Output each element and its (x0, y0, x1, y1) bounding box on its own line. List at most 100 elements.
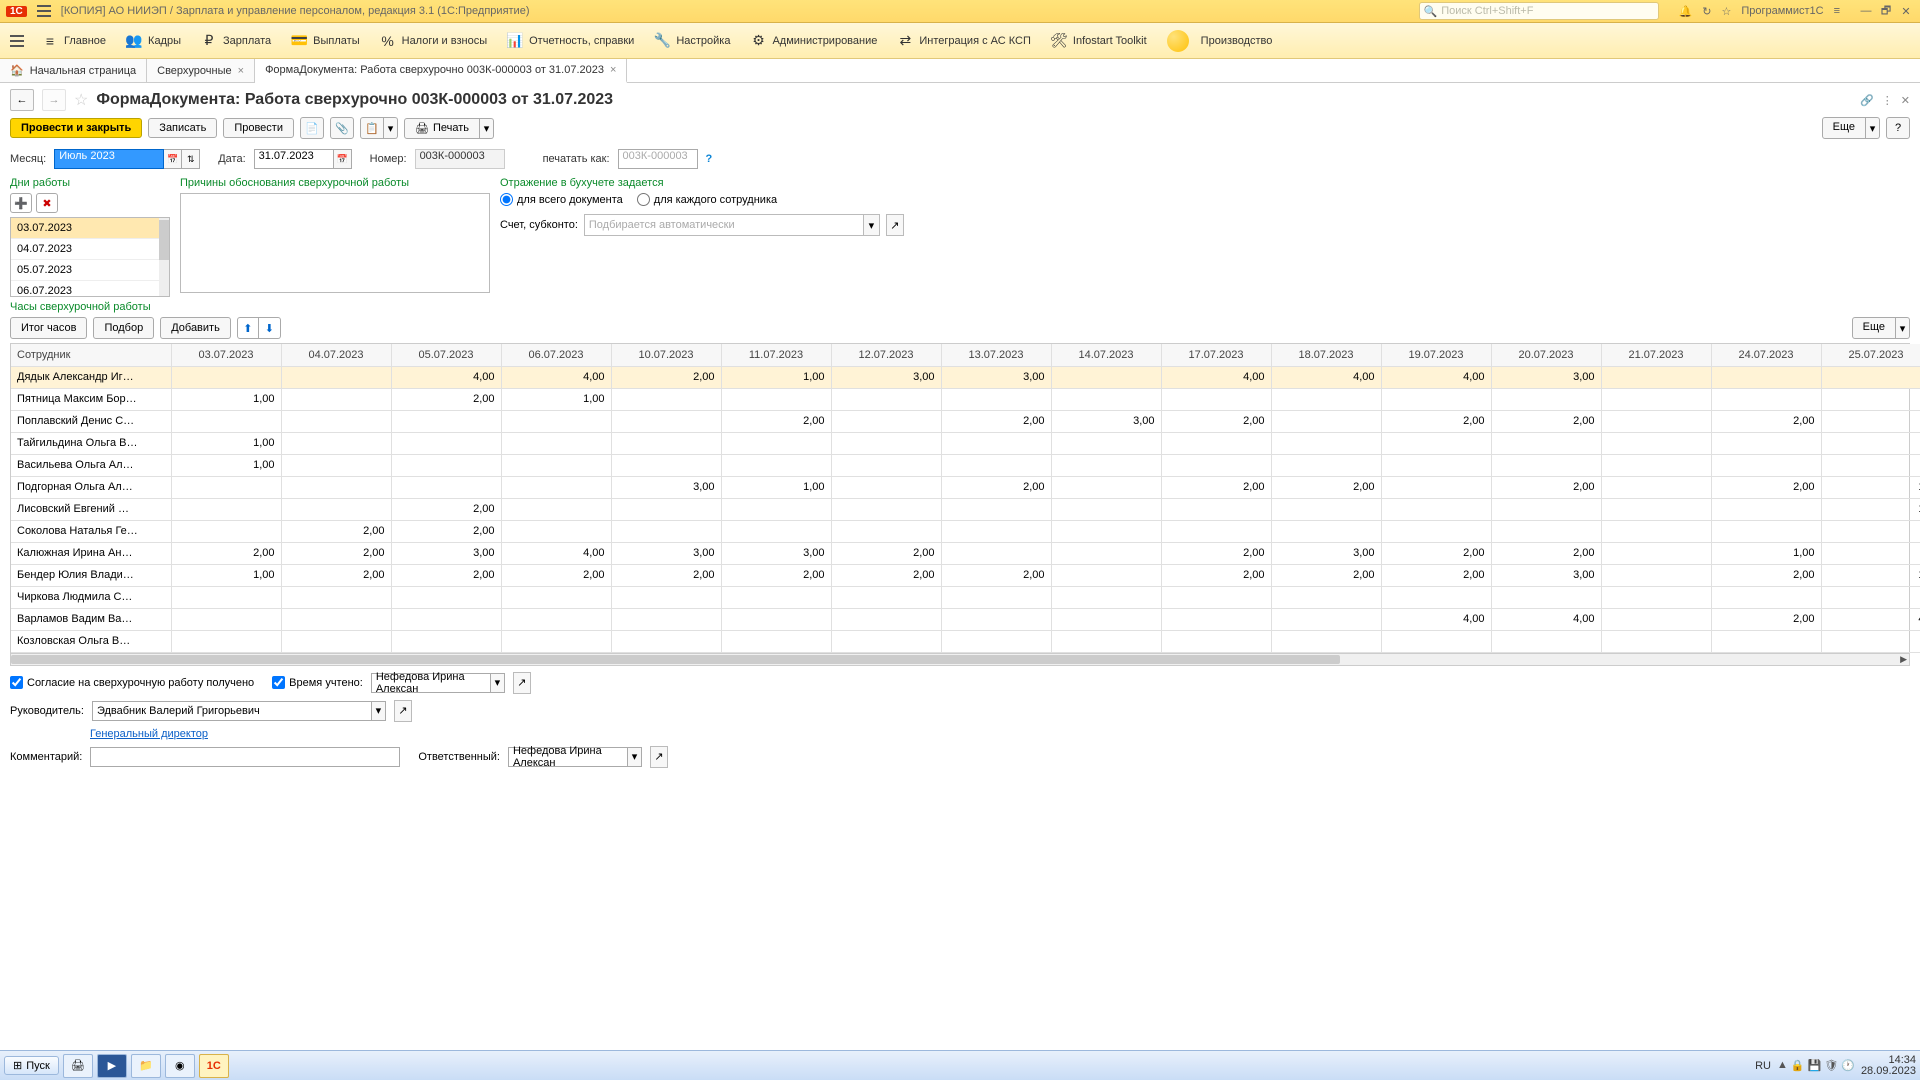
hours-more-button[interactable]: Еще▾ (1852, 317, 1910, 339)
hours-cell[interactable]: 2,00 (1381, 410, 1491, 432)
hours-cell[interactable]: 4,00 (1161, 366, 1271, 388)
hours-cell[interactable] (941, 608, 1051, 630)
help-icon[interactable]: ? (706, 153, 713, 165)
hours-cell[interactable] (1161, 454, 1271, 476)
hamburger-icon[interactable] (37, 5, 51, 17)
employee-cell[interactable]: Поплавский Денис С… (11, 410, 171, 432)
table-row[interactable]: Пятница Максим Бор…1,002,001,00 (11, 388, 1920, 410)
hours-cell[interactable]: 1,00 (1711, 542, 1821, 564)
employee-cell[interactable]: Чиркова Людмила С… (11, 586, 171, 608)
hours-cell[interactable] (1161, 520, 1271, 542)
move-up-button[interactable]: ⬆ (237, 317, 259, 339)
hours-cell[interactable]: 4,00 (501, 542, 611, 564)
hours-cell[interactable] (1051, 366, 1161, 388)
hours-cell[interactable]: 2,00 (281, 542, 391, 564)
hours-cell[interactable] (941, 542, 1051, 564)
hours-cell[interactable] (171, 608, 281, 630)
hours-cell[interactable]: 4,00 (1381, 608, 1491, 630)
hours-cell[interactable]: 4,00 (1381, 366, 1491, 388)
hours-cell[interactable] (171, 630, 281, 652)
total-hours-button[interactable]: Итог часов (10, 317, 87, 339)
hours-cell[interactable] (391, 630, 501, 652)
col-date[interactable]: 25.07.2023 (1821, 344, 1920, 366)
hours-cell[interactable]: 2,00 (1711, 564, 1821, 586)
hours-cell[interactable] (281, 410, 391, 432)
employee-cell[interactable]: Соколова Наталья Ге… (11, 520, 171, 542)
col-date[interactable]: 10.07.2023 (611, 344, 721, 366)
hours-cell[interactable] (1711, 520, 1821, 542)
hours-cell[interactable] (501, 608, 611, 630)
table-row[interactable]: Бендер Юлия Влади…1,002,002,002,002,002,… (11, 564, 1920, 586)
hours-cell[interactable]: 2,00 (1491, 410, 1601, 432)
hours-cell[interactable] (1821, 432, 1920, 454)
hours-cell[interactable]: 2,00 (281, 520, 391, 542)
employee-cell[interactable]: Калюжная Ирина Ан… (11, 542, 171, 564)
write-button[interactable]: Записать (148, 118, 217, 138)
hours-cell[interactable] (281, 630, 391, 652)
hours-cell[interactable]: 3,00 (391, 542, 501, 564)
hours-cell[interactable] (1381, 454, 1491, 476)
hours-cell[interactable] (721, 608, 831, 630)
hours-cell[interactable] (941, 586, 1051, 608)
bell-icon[interactable]: 🔔 (1679, 5, 1693, 18)
employee-cell[interactable]: Подгорная Ольга Ал… (11, 476, 171, 498)
hours-cell[interactable] (281, 498, 391, 520)
window-minimize[interactable]: — (1858, 4, 1874, 18)
hours-cell[interactable] (1271, 630, 1381, 652)
col-date[interactable]: 12.07.2023 (831, 344, 941, 366)
hours-cell[interactable]: 1 (1821, 498, 1920, 520)
hours-cell[interactable] (1051, 520, 1161, 542)
hours-cell[interactable] (1711, 586, 1821, 608)
hours-cell[interactable]: 2,00 (281, 564, 391, 586)
open-icon[interactable]: ↗ (394, 700, 412, 722)
scrollbar[interactable] (159, 218, 169, 296)
hours-cell[interactable] (171, 366, 281, 388)
hours-cell[interactable] (1271, 410, 1381, 432)
hours-cell[interactable] (1491, 586, 1601, 608)
col-date[interactable]: 11.07.2023 (721, 344, 831, 366)
tray-icon[interactable]: 🛡 (1824, 1059, 1838, 1072)
hours-cell[interactable] (501, 520, 611, 542)
favorite-icon[interactable]: ☆ (74, 90, 88, 110)
hours-cell[interactable]: 3,00 (721, 542, 831, 564)
date-input[interactable]: 31.07.2023 📅 (254, 149, 352, 169)
global-search-input[interactable]: 🔍 Поиск Ctrl+Shift+F (1419, 2, 1659, 20)
hours-cell[interactable] (1601, 564, 1711, 586)
tab-0[interactable]: 🏠Начальная страница (0, 59, 147, 82)
hours-cell[interactable] (1381, 520, 1491, 542)
hours-cell[interactable] (941, 498, 1051, 520)
hours-cell[interactable]: 2,00 (831, 542, 941, 564)
nav-item-4[interactable]: %Налоги и взносы (370, 24, 498, 58)
hours-cell[interactable] (1271, 454, 1381, 476)
hours-cell[interactable]: 1,00 (171, 432, 281, 454)
horizontal-scrollbar[interactable]: ▶ (11, 653, 1909, 665)
hours-cell[interactable] (1161, 388, 1271, 410)
hours-cell[interactable]: 1,00 (171, 454, 281, 476)
comment-input[interactable] (90, 747, 400, 767)
account-input[interactable]: Подбирается автоматически ▾ (584, 214, 880, 236)
settings-icon[interactable]: ≡ (1834, 5, 1840, 17)
hours-cell[interactable] (1711, 454, 1821, 476)
hours-cell[interactable] (721, 520, 831, 542)
hours-cell[interactable] (171, 520, 281, 542)
hours-cell[interactable]: 4,00 (1271, 366, 1381, 388)
hours-cell[interactable]: 1 (1821, 564, 1920, 586)
hours-cell[interactable]: 2,00 (1491, 542, 1601, 564)
hours-cell[interactable] (1271, 520, 1381, 542)
hours-cell[interactable] (1491, 498, 1601, 520)
hours-cell[interactable]: 2,00 (1161, 476, 1271, 498)
hours-cell[interactable] (1161, 630, 1271, 652)
hours-cell[interactable] (1271, 388, 1381, 410)
hours-cell[interactable] (1601, 542, 1711, 564)
manager-input[interactable]: Эдвабник Валерий Григорьевич▾ (92, 701, 386, 721)
post-button[interactable]: Провести (223, 118, 294, 138)
hours-cell[interactable] (1601, 608, 1711, 630)
hours-cell[interactable] (1161, 498, 1271, 520)
time-counted-checkbox[interactable]: Время учтено: (272, 676, 363, 689)
col-date[interactable]: 18.07.2023 (1271, 344, 1381, 366)
hours-cell[interactable] (391, 476, 501, 498)
link-icon[interactable]: 🔗 (1860, 94, 1874, 107)
hours-cell[interactable] (281, 432, 391, 454)
hours-cell[interactable]: 2,00 (941, 410, 1051, 432)
hours-cell[interactable] (611, 454, 721, 476)
